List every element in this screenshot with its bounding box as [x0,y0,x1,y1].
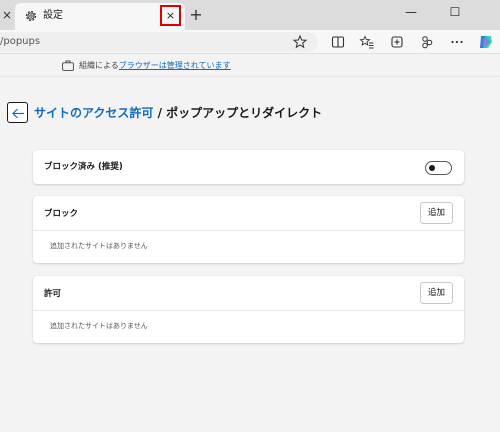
tab-settings[interactable]: 設定 × [15,3,185,30]
breadcrumb-parent-link[interactable]: サイトのアクセス許可 [34,106,153,120]
back-button[interactable] [7,102,28,123]
address-text: /popups [0,36,41,47]
managed-link[interactable]: ブラウザーは管理されています [119,61,231,70]
new-tab-button[interactable]: + [186,5,206,25]
block-add-button[interactable]: 追加 [420,202,453,224]
breadcrumb: サイトのアクセス許可 / ポップアップとリダイレクト [34,106,322,121]
blocked-toggle[interactable] [425,161,452,175]
allow-add-button[interactable]: 追加 [420,282,453,304]
managed-prefix: 組織による [79,61,119,70]
tab-close-button[interactable]: × [160,5,181,26]
back-arrow-icon [12,108,24,119]
maximize-button[interactable]: ☐ [444,3,466,21]
toolbar: /popups [0,30,500,54]
collections-icon[interactable] [389,34,405,50]
tab-title: 設定 [43,10,63,21]
page-title: ポップアップとリダイレクト [166,106,323,120]
extensions-icon[interactable] [419,34,435,50]
divider [33,310,464,311]
more-options-icon[interactable] [449,34,465,50]
minimize-button[interactable]: — [400,3,422,21]
divider [33,230,464,231]
toggle-knob [429,165,435,171]
split-screen-icon[interactable] [330,34,346,50]
blocked-setting-card: ブロック済み (推奨) [33,150,464,184]
managed-text: 組織によるブラウザーは管理されています [79,60,231,71]
block-empty-text: 追加されたサイトはありません [50,242,148,250]
favorite-star-icon[interactable] [292,34,308,50]
close-icon[interactable]: × [0,6,14,24]
briefcase-icon [62,60,74,71]
copilot-icon[interactable] [477,33,495,51]
gear-icon [25,10,37,22]
managed-bar: 組織によるブラウザーは管理されています [0,55,500,77]
address-bar[interactable]: /popups [0,32,318,52]
favorites-icon[interactable] [359,34,375,50]
breadcrumb-separator: / [153,106,167,120]
allow-empty-text: 追加されたサイトはありません [50,322,148,330]
allow-section-card: 許可 追加 追加されたサイトはありません [33,276,464,343]
block-section-card: ブロック 追加 追加されたサイトはありません [33,196,464,263]
allow-section-title: 許可 [44,289,62,299]
tab-strip: × 設定 × + — ☐ [0,0,500,30]
block-section-title: ブロック [44,209,79,219]
blocked-toggle-label: ブロック済み (推奨) [44,162,123,172]
